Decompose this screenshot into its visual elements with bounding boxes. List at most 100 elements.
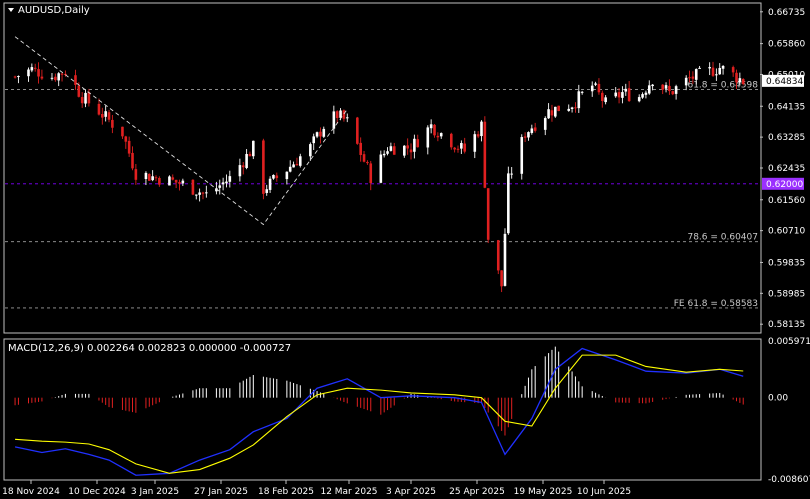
- candle-body: [439, 133, 443, 137]
- candle-body: [241, 165, 245, 168]
- candle-body: [272, 174, 275, 179]
- candle-body: [718, 67, 722, 75]
- candle-body: [698, 67, 701, 69]
- time-tick-label: 18 Nov 2024: [2, 487, 60, 497]
- candle-body: [436, 135, 440, 138]
- candle-body: [486, 188, 490, 240]
- candle-body: [298, 156, 302, 166]
- candle-body: [332, 111, 336, 129]
- candle-body: [661, 84, 664, 90]
- candle-body: [218, 185, 222, 188]
- candle-body: [416, 139, 420, 148]
- candle-body: [567, 108, 571, 111]
- candle-body: [554, 106, 557, 117]
- candle-body: [322, 128, 326, 137]
- candle-body: [731, 67, 735, 73]
- candle-body: [624, 88, 628, 92]
- candle-body: [315, 132, 319, 137]
- candle-body: [181, 180, 185, 184]
- candle-body: [530, 128, 534, 133]
- macd-tick-label: -0.008607: [768, 475, 810, 485]
- candle-body: [275, 175, 279, 179]
- candle-body: [245, 153, 248, 168]
- time-tick-label: 10 Dec 2024: [68, 487, 126, 497]
- candle-body: [80, 97, 84, 104]
- fibo-level-label: 78.6 = 0.60407: [687, 233, 758, 243]
- candle-body: [265, 189, 269, 193]
- candle-body: [668, 85, 671, 92]
- price-tick-label: 0.62435: [768, 164, 805, 174]
- candle-body: [456, 148, 460, 150]
- macd-tick-label: 0.005971: [768, 337, 810, 347]
- candle-body: [386, 151, 389, 154]
- time-tick-label: 18 Feb 2025: [258, 487, 314, 497]
- candle-body: [453, 147, 456, 150]
- candle-body: [674, 86, 678, 94]
- candle-body: [40, 76, 44, 79]
- candle-body: [557, 105, 560, 112]
- price-tick-label: 0.61560: [768, 196, 805, 206]
- candle-body: [406, 145, 409, 149]
- candle-body: [369, 163, 373, 184]
- candle-body: [131, 152, 134, 169]
- candle-body: [429, 124, 433, 129]
- macd-tick-label: 0.00: [768, 394, 788, 404]
- time-tick-label: 25 Apr 2025: [449, 487, 505, 497]
- candle-body: [295, 163, 299, 166]
- candle-body: [30, 67, 34, 71]
- candle-body: [225, 181, 228, 184]
- candle-body: [201, 192, 205, 194]
- candle-body: [121, 126, 124, 137]
- candle-body: [107, 112, 111, 120]
- candle-body: [580, 91, 584, 93]
- time-tick-label: 3 Apr 2025: [386, 487, 436, 497]
- price-tick-label: 0.60710: [768, 227, 805, 237]
- candle-body: [262, 140, 265, 194]
- candle-body: [13, 76, 17, 78]
- candle-body: [473, 134, 477, 152]
- candle-body: [382, 153, 386, 156]
- candle-body: [124, 136, 128, 142]
- candle-body: [507, 173, 510, 234]
- fibo-level-label: 61.8 = 0.64598: [687, 80, 758, 90]
- price-tick-label: 0.58985: [768, 289, 805, 299]
- candle-body: [356, 117, 359, 144]
- candle-body: [362, 154, 366, 162]
- candle-body: [144, 172, 148, 180]
- candle-body: [621, 92, 624, 98]
- candle-body: [168, 176, 171, 186]
- candle-body: [366, 162, 369, 164]
- candle-body: [312, 136, 316, 144]
- candle-body: [134, 169, 138, 180]
- candle-body: [389, 146, 393, 151]
- candle-body: [597, 83, 601, 93]
- candle-body: [285, 171, 289, 180]
- candle-body: [476, 134, 480, 137]
- candle-body: [60, 73, 64, 75]
- candle-body: [101, 114, 104, 118]
- candle-body: [198, 192, 201, 195]
- time-tick-label: 3 Jan 2025: [131, 487, 179, 497]
- candle-body: [600, 92, 604, 101]
- candle-body: [221, 182, 225, 185]
- support-price-label: 0.62000: [766, 180, 803, 190]
- candle-body: [460, 143, 463, 149]
- candle-body: [178, 182, 181, 184]
- candle-body: [409, 149, 413, 153]
- candle-body: [651, 84, 654, 87]
- candle-body: [550, 110, 554, 116]
- candle-body: [664, 85, 668, 89]
- candle-body: [77, 85, 81, 97]
- price-tick-label: 0.63285: [768, 133, 805, 143]
- candle-body: [433, 124, 436, 136]
- candle-body: [228, 176, 232, 182]
- candle-body: [647, 85, 651, 94]
- candle-body: [594, 83, 597, 85]
- candle-body: [574, 107, 577, 109]
- candle-body: [735, 72, 738, 83]
- candle-body: [191, 179, 195, 195]
- time-tick-label: 19 May 2025: [514, 487, 573, 497]
- candle-body: [104, 111, 107, 117]
- candle-body: [359, 142, 362, 155]
- candle-body: [570, 107, 574, 109]
